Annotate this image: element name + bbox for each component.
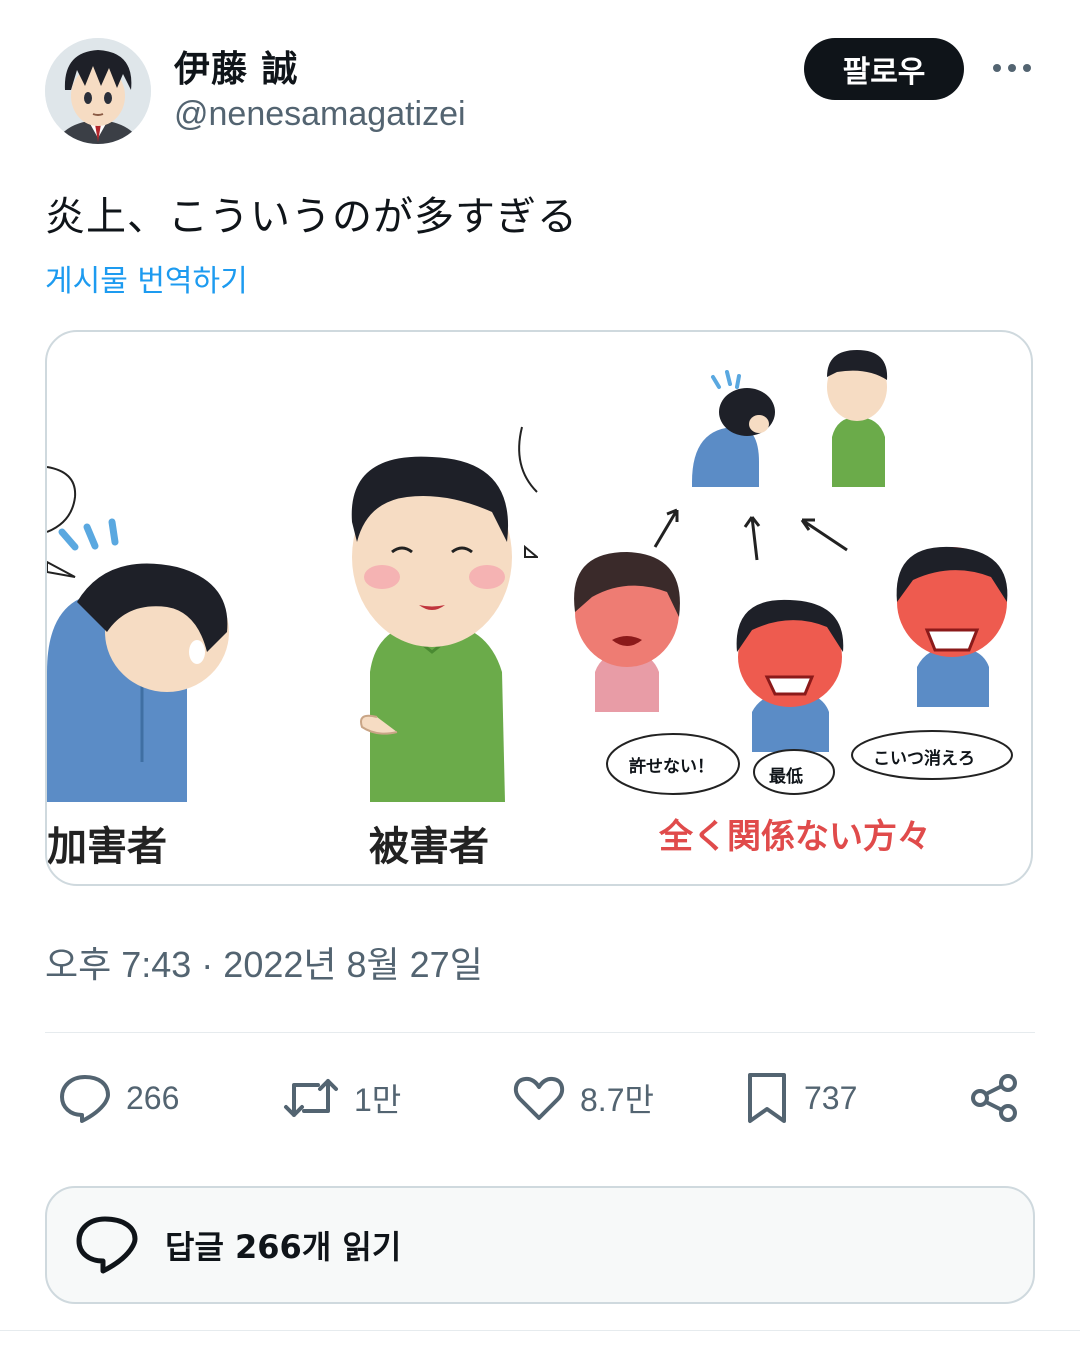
bookmark-count: 737 [804,1079,858,1116]
bystanders-figure [574,350,1013,795]
speech-bubble-1: 許せない！ [629,757,714,777]
translate-post-link[interactable]: 게시물 번역하기 [45,256,248,300]
read-replies-label: 답글 266개 읽기 [165,1228,402,1266]
more-options-button[interactable] [988,48,1036,88]
like-count: 8.7만 [580,1082,654,1118]
caption-bystanders: 全く関係ない方々 [659,817,931,857]
illustration-artwork [47,332,1013,884]
caption-perpetrator: 加害者 [47,823,167,870]
user-avatar-icon [45,38,151,144]
retweet-icon [284,1079,338,1117]
divider [0,1330,1080,1331]
user-handle[interactable]: @nenesamagatizei [174,95,466,134]
bowing-person-figure [47,466,229,802]
share-icon [971,1074,1017,1122]
retweet-button[interactable]: 1만 [282,1068,401,1128]
speech-bubble-2: 最低 [769,767,803,787]
victim-person-figure [351,426,540,802]
caption-victim: 被害者 [369,823,489,870]
share-button[interactable] [968,1068,1036,1128]
heart-icon [513,1076,565,1120]
reply-icon [60,1075,110,1123]
divider [45,1032,1035,1033]
more-dots-icon [993,64,1031,72]
speech-bubble-icon [76,1216,138,1274]
speech-bubble-3: こいつ消えろ [873,749,975,769]
reply-count: 266 [126,1079,180,1116]
follow-button[interactable]: 팔로우 [804,38,964,100]
tweet-text: 炎上、こういうのが多すぎる [45,194,578,240]
reply-button[interactable]: 266 [58,1068,179,1128]
bookmark-icon [748,1073,786,1123]
avatar[interactable] [45,38,151,144]
retweet-count: 1만 [354,1082,402,1118]
read-replies-button[interactable]: 답글 266개 읽기 [45,1186,1035,1304]
bookmark-button[interactable]: 737 [744,1068,857,1128]
tweet-media-image[interactable]: 加害者 被害者 全く関係ない方々 許せない！ 最低 こいつ消えろ [45,330,1033,886]
like-button[interactable]: 8.7만 [512,1068,654,1128]
tweet-timestamp[interactable]: 오후 7:43 · 2022년 8월 27일 [45,936,483,988]
display-name[interactable]: 伊藤 誠 [174,40,299,92]
